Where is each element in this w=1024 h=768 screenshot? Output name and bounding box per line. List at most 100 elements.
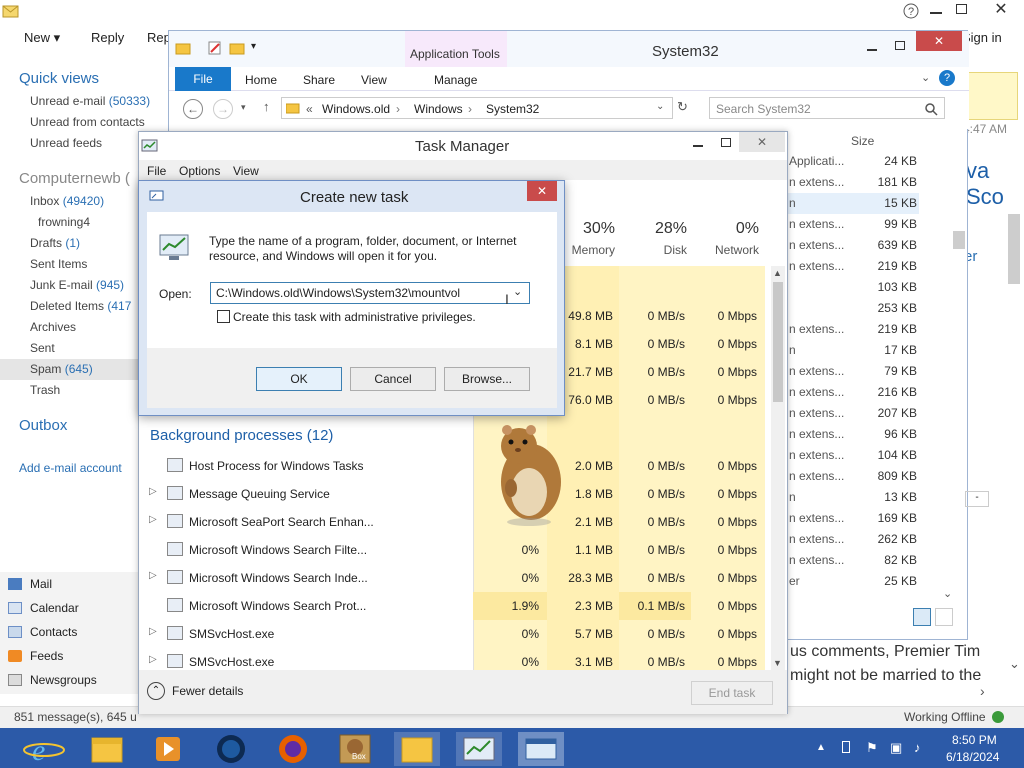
file-row[interactable]: Applicati... 24 KB bbox=[787, 151, 919, 172]
taskbar-task-manager[interactable] bbox=[456, 732, 502, 766]
help-icon[interactable]: ? bbox=[939, 70, 955, 86]
ribbon-tab-share[interactable]: Share bbox=[303, 73, 335, 87]
file-row[interactable]: 103 KB bbox=[787, 277, 919, 298]
account-heading[interactable]: Computernewb ( bbox=[19, 170, 130, 187]
open-combobox[interactable]: C:\Windows.old\Windows\System32\mountvol… bbox=[210, 282, 530, 304]
expand-arrow-icon[interactable]: ▷ bbox=[149, 514, 157, 525]
breadcrumb-system32[interactable]: System32 bbox=[486, 102, 539, 116]
forward-button[interactable]: → bbox=[213, 99, 233, 119]
reply-button[interactable]: Reply bbox=[91, 30, 124, 45]
folder-spam[interactable]: Spam (645) bbox=[30, 362, 93, 376]
expand-arrow-icon[interactable]: ▷ bbox=[149, 486, 157, 497]
sidebar-item-unread-contacts[interactable]: Unread from contacts bbox=[30, 115, 145, 129]
taskbar-ie[interactable]: e bbox=[22, 732, 68, 767]
file-row[interactable]: n extens... 207 KB bbox=[787, 403, 919, 424]
clock-time[interactable]: 8:50 PM bbox=[952, 733, 997, 747]
outbox-folder[interactable]: Outbox bbox=[19, 417, 67, 434]
menu-options[interactable]: Options bbox=[179, 164, 220, 178]
tray-volume-icon[interactable]: ♪ bbox=[914, 740, 921, 755]
file-row[interactable]: n 13 KB bbox=[787, 487, 919, 508]
file-row[interactable]: n extens... 82 KB bbox=[787, 550, 919, 571]
ribbon-tab-home[interactable]: Home bbox=[245, 73, 277, 87]
folder-junk[interactable]: Junk E-mail (945) bbox=[30, 278, 124, 292]
add-email-account-link[interactable]: Add e-mail account bbox=[19, 461, 122, 475]
file-row[interactable]: n extens... 809 KB bbox=[787, 466, 919, 487]
open-input-value[interactable]: C:\Windows.old\Windows\System32\mountvol bbox=[216, 286, 506, 300]
search-box[interactable]: Search System32 bbox=[709, 97, 945, 119]
up-button[interactable]: ↑ bbox=[263, 99, 270, 114]
file-row[interactable]: n extens... 216 KB bbox=[787, 382, 919, 403]
tm-scroll-up[interactable]: ▲ bbox=[773, 268, 782, 278]
tm-maximize[interactable] bbox=[721, 138, 731, 147]
folder-inbox[interactable]: Inbox (49420) bbox=[30, 194, 104, 208]
tray-device-icon[interactable] bbox=[842, 741, 850, 753]
breadcrumb-windows[interactable]: Windows bbox=[414, 102, 463, 116]
details-view-button[interactable] bbox=[913, 608, 931, 626]
folder-frowning4[interactable]: frowning4 bbox=[38, 215, 90, 229]
tm-minimize[interactable] bbox=[693, 145, 703, 147]
address-bar[interactable]: « Windows.old › Windows › System32 ⌄ bbox=[281, 97, 673, 119]
large-icons-view-button[interactable] bbox=[935, 608, 953, 626]
folder-sent-items[interactable]: Sent Items bbox=[30, 257, 87, 271]
explorer-scroll-down[interactable]: ⌄ bbox=[943, 587, 952, 600]
preview-scroll-down[interactable]: ⌄ bbox=[1009, 656, 1020, 672]
taskbar-firefox[interactable] bbox=[270, 732, 316, 766]
expand-arrow-icon[interactable]: ▷ bbox=[149, 570, 157, 581]
taskbar-run-dialog[interactable] bbox=[518, 732, 564, 766]
tm-scrollbar-thumb[interactable] bbox=[773, 282, 783, 402]
new-folder-icon[interactable] bbox=[229, 41, 245, 55]
taskbar-explorer[interactable] bbox=[84, 732, 130, 766]
process-row[interactable]: ▷ Microsoft Windows Search Inde... 0% 28.3 … bbox=[139, 564, 771, 592]
file-row[interactable]: n extens... 79 KB bbox=[787, 361, 919, 382]
sidebar-item-unread-feeds[interactable]: Unread feeds bbox=[30, 136, 102, 150]
size-column-header[interactable]: Size bbox=[851, 134, 874, 148]
folder-sent[interactable]: Sent bbox=[30, 341, 55, 355]
process-row[interactable]: ▷ Microsoft SeaPort Search Enhan... 2.1 MB… bbox=[139, 508, 771, 536]
menu-file[interactable]: File bbox=[147, 164, 166, 178]
explorer-close[interactable]: ✕ bbox=[916, 31, 962, 51]
tm-scroll-down[interactable]: ▼ bbox=[773, 658, 782, 668]
breadcrumb-windows-old[interactable]: Windows.old bbox=[322, 102, 390, 116]
new-button[interactable]: New ▾ bbox=[24, 30, 60, 46]
folder-archives[interactable]: Archives bbox=[30, 320, 76, 334]
file-row[interactable]: n extens... 99 KB bbox=[787, 214, 919, 235]
file-row[interactable]: n extens... 169 KB bbox=[787, 508, 919, 529]
tray-network-icon[interactable]: ▣ bbox=[890, 740, 902, 756]
fewer-details-icon[interactable]: ⌃ bbox=[147, 682, 165, 700]
nav-mail[interactable]: Mail bbox=[8, 577, 52, 597]
file-row[interactable]: n extens... 262 KB bbox=[787, 529, 919, 550]
file-row[interactable]: n extens... 639 KB bbox=[787, 235, 919, 256]
properties-icon[interactable] bbox=[207, 41, 223, 55]
maximize-button[interactable] bbox=[956, 4, 967, 14]
taskbar-globe[interactable] bbox=[208, 732, 254, 766]
clock-date[interactable]: 6/18/2024 bbox=[946, 750, 999, 764]
folder-deleted[interactable]: Deleted Items (417 bbox=[30, 299, 131, 313]
file-row[interactable]: n extens... 96 KB bbox=[787, 424, 919, 445]
cancel-button[interactable]: Cancel bbox=[350, 367, 436, 391]
sidebar-item-unread-email[interactable]: Unread e-mail (50333) bbox=[30, 94, 150, 108]
taskbar-box[interactable]: Box bbox=[332, 732, 378, 766]
preview-scrollbar-thumb[interactable] bbox=[1008, 214, 1020, 284]
tm-close[interactable]: ✕ bbox=[739, 132, 785, 152]
preview-scroll-right[interactable]: › bbox=[980, 683, 985, 699]
process-row[interactable]: Microsoft Windows Search Prot... 1.9% 2.3 … bbox=[139, 592, 771, 620]
process-row[interactable]: Host Process for Windows Tasks 2.0 MB 0 MB… bbox=[139, 452, 771, 480]
address-dropdown[interactable]: ⌄ bbox=[656, 101, 664, 112]
minimize-button[interactable] bbox=[930, 12, 942, 14]
file-row[interactable]: n extens... 181 KB bbox=[787, 172, 919, 193]
end-task-button[interactable]: End task bbox=[691, 681, 773, 705]
file-row[interactable]: n 17 KB bbox=[787, 340, 919, 361]
quick-access-dropdown[interactable]: ▾ bbox=[251, 41, 256, 52]
process-row[interactable]: Microsoft Windows Search Filte... 0% 1.1 M… bbox=[139, 536, 771, 564]
nav-newsgroups[interactable]: Newsgroups bbox=[8, 673, 97, 693]
file-row[interactable]: n extens... 104 KB bbox=[787, 445, 919, 466]
tray-show-hidden-icon[interactable]: ▲ bbox=[816, 742, 826, 753]
expand-arrow-icon[interactable]: ▷ bbox=[149, 654, 157, 665]
ribbon-tab-file[interactable]: File bbox=[175, 67, 231, 91]
taskbar-explorer-window[interactable] bbox=[394, 732, 440, 766]
dialog-close[interactable]: ✕ bbox=[527, 181, 557, 201]
small-dropdown[interactable]: - bbox=[965, 491, 989, 507]
menu-view[interactable]: View bbox=[233, 164, 259, 178]
nav-contacts[interactable]: Contacts bbox=[8, 625, 77, 645]
refresh-icon[interactable]: ↻ bbox=[677, 99, 688, 115]
